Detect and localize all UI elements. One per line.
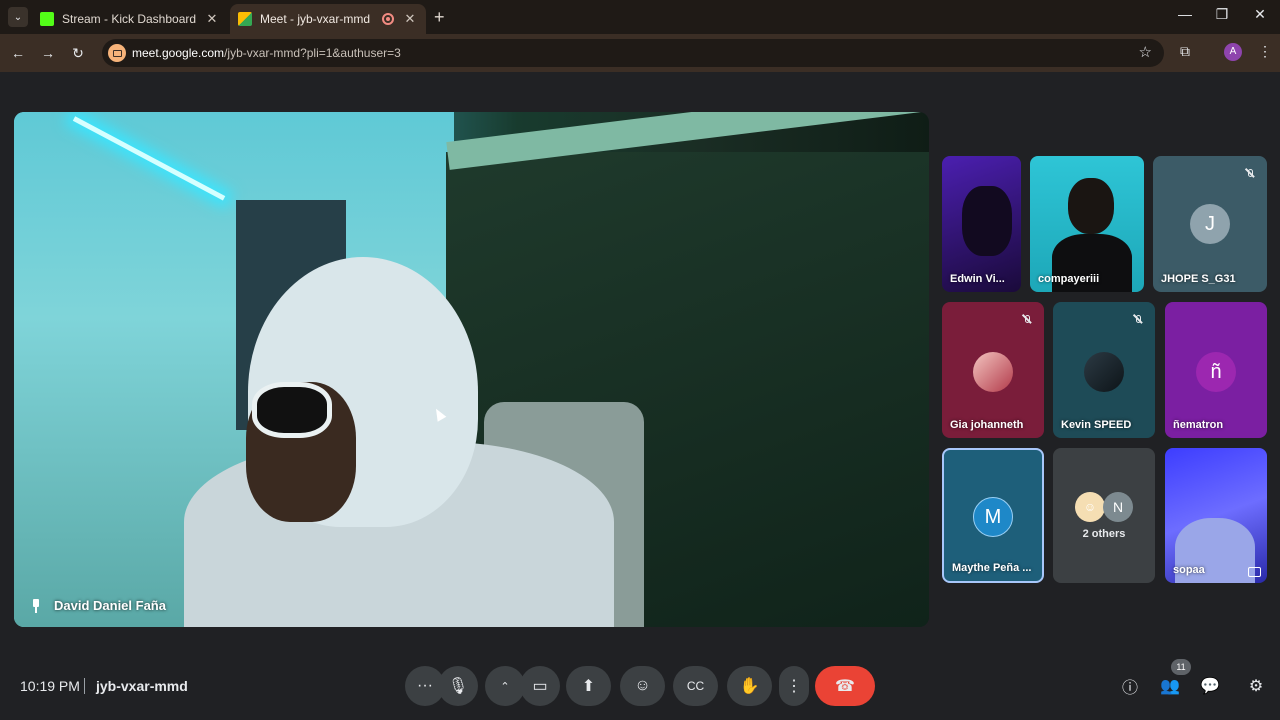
browser-tab-bar: ⌄ Stream - Kick Dashboard ✕ Meet - jyb-v…	[0, 0, 1280, 34]
meeting-info-icon[interactable]: ⓘ	[1118, 674, 1142, 698]
meeting-clock: 10:19 PM	[20, 678, 80, 694]
present-screen-button[interactable]: ⬆	[566, 666, 611, 706]
tab-kick-dashboard[interactable]: Stream - Kick Dashboard ✕	[32, 4, 228, 34]
emoji-reactions-button[interactable]: ☺	[620, 666, 665, 706]
raise-hand-button[interactable]: ✋	[727, 666, 772, 706]
participant-name: Gia johanneth	[950, 419, 1024, 431]
minimize-icon[interactable]: —	[1175, 6, 1195, 22]
participant-tile[interactable]: Edwin Vi...	[942, 156, 1021, 292]
camera-permission-icon[interactable]	[108, 44, 126, 62]
main-speaker-label: David Daniel Faña	[30, 598, 166, 613]
participant-name: Edwin Vi...	[950, 273, 1005, 285]
participant-name: sopaa	[1173, 564, 1205, 576]
participant-count-badge: 11	[1171, 659, 1191, 675]
pin-icon[interactable]	[30, 598, 42, 613]
participant-tile[interactable]: sopaa	[1165, 448, 1267, 583]
participant-name: compayeriii	[1038, 273, 1100, 285]
more-actions-kebab-icon[interactable]: ⋮	[779, 666, 809, 706]
participant-tile[interactable]: Kevin SPEED	[1053, 302, 1155, 438]
camera-options-chevron-icon[interactable]: ⌃	[485, 666, 525, 706]
tab-search-button[interactable]: ⌄	[8, 7, 28, 27]
close-window-icon[interactable]: ✕	[1250, 6, 1270, 23]
muted-mic-icon	[1018, 310, 1036, 328]
participant-avatar: ñ	[1196, 352, 1236, 392]
close-tab-icon[interactable]: ✕	[402, 11, 418, 27]
close-tab-icon[interactable]: ✕	[204, 11, 220, 27]
tab-google-meet[interactable]: Meet - jyb-vxar-mmd ✕	[230, 4, 426, 34]
leave-call-button[interactable]: ☎	[815, 666, 875, 706]
activities-icon[interactable]: ⚙	[1244, 674, 1268, 698]
tile-video-person	[962, 186, 1012, 256]
kick-favicon-icon	[40, 12, 54, 26]
meeting-code: jyb-vxar-mmd	[96, 678, 188, 694]
bookmark-star-icon[interactable]: ☆	[1139, 43, 1152, 61]
participant-name: ñematron	[1173, 419, 1224, 431]
recording-indicator-icon	[382, 13, 394, 25]
participant-avatar: M	[973, 497, 1013, 537]
participant-avatar	[973, 352, 1013, 392]
muted-mic-icon	[1129, 310, 1147, 328]
microphone-button[interactable]: 🎙	[438, 666, 478, 706]
forward-icon[interactable]: →	[38, 43, 58, 63]
participant-name: JHOPE S_G31	[1161, 273, 1236, 285]
new-tab-button[interactable]: +	[434, 7, 445, 27]
participant-avatar	[1084, 352, 1124, 392]
profile-avatar[interactable]: A	[1224, 43, 1242, 61]
participant-tile[interactable]: compayeriii	[1030, 156, 1144, 292]
participant-name: Kevin SPEED	[1061, 419, 1132, 431]
muted-mic-icon	[1241, 164, 1259, 182]
participant-tile[interactable]: Gia johanneth	[942, 302, 1044, 438]
participant-name: Maythe Peña ...	[952, 562, 1032, 574]
extensions-icon[interactable]: ⧉	[1180, 43, 1190, 60]
others-avatar-2: N	[1103, 492, 1133, 522]
participant-tile-active[interactable]: M Maythe Peña ...	[942, 448, 1044, 583]
speaker-name: David Daniel Faña	[54, 598, 166, 613]
others-count-label: 2 others	[1082, 528, 1126, 540]
participant-tile[interactable]: J JHOPE S_G31	[1153, 156, 1267, 292]
reload-icon[interactable]: ↻	[68, 43, 88, 63]
browser-toolbar: ← → ↻ meet.google.com/jyb-vxar-mmd?pli=1…	[0, 34, 1280, 72]
restore-icon[interactable]: ❐	[1212, 6, 1232, 23]
participant-tile[interactable]: ñ ñematron	[1165, 302, 1267, 438]
url-text: meet.google.com/jyb-vxar-mmd?pli=1&authu…	[132, 46, 401, 60]
meet-favicon-icon	[238, 12, 252, 26]
others-tile[interactable]: ☺ N 2 others	[1053, 448, 1155, 583]
others-avatar-1: ☺	[1075, 492, 1105, 522]
camera-button[interactable]: ▭	[520, 666, 560, 706]
captions-button[interactable]: CC	[673, 666, 718, 706]
divider	[84, 678, 85, 694]
tab-title: Meet - jyb-vxar-mmd	[260, 12, 371, 26]
tile-video-person	[1068, 178, 1114, 234]
tab-title: Stream - Kick Dashboard	[62, 12, 197, 26]
chat-icon[interactable]: 💬	[1198, 674, 1222, 698]
self-view-icon[interactable]	[1248, 567, 1261, 577]
back-icon[interactable]: ←	[8, 43, 28, 63]
participant-avatar: J	[1190, 204, 1230, 244]
address-bar[interactable]: meet.google.com/jyb-vxar-mmd?pli=1&authu…	[102, 39, 1164, 67]
video-person-glasses	[252, 382, 332, 438]
menu-kebab-icon[interactable]: ⋮	[1258, 43, 1272, 60]
people-icon[interactable]: 👥	[1158, 674, 1182, 698]
main-speaker-video[interactable]: David Daniel Faña	[14, 112, 929, 627]
